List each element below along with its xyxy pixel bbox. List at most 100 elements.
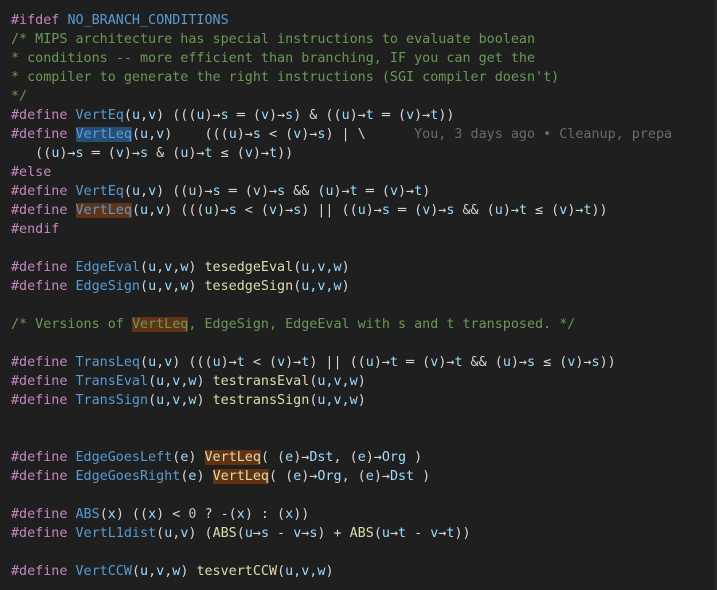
code-token: VertL1dist [75, 526, 157, 541]
code-token: ABS [75, 507, 100, 522]
code-token: t [414, 184, 423, 199]
code-token: u [140, 203, 149, 218]
code-token: t [518, 203, 527, 218]
code-line: #define EdgeEval(u,v,w) tesedgeEval(u,v,… [11, 258, 350, 277]
code-token: ) || (( [301, 203, 358, 218]
code-token: ) ((( [164, 127, 229, 142]
code-token: e [365, 469, 374, 484]
code-token: ( [236, 526, 245, 541]
code-token: v [156, 203, 165, 218]
code-token: * conditions -- more efficient than bran… [11, 51, 536, 66]
code-token: u [131, 184, 140, 199]
code-token: )→ [212, 203, 229, 218]
code-token: )→ [567, 203, 584, 218]
code-token: #define [11, 355, 76, 370]
code-token: , ( [333, 450, 358, 465]
code-token: TransSign [75, 393, 149, 408]
code-token: t [583, 203, 592, 218]
code-token: )→ [252, 146, 269, 161]
code-token: e [285, 450, 294, 465]
code-token: x [107, 507, 116, 522]
code-token: )→ [236, 127, 253, 142]
code-token: u [365, 355, 374, 370]
code-token: tesedgeEval [204, 260, 294, 275]
code-token: NO_BRANCH_CONDITIONS [67, 13, 229, 28]
code-token: #define [11, 279, 76, 294]
code-token: )→ [188, 146, 205, 161]
code-token: ( [148, 374, 157, 389]
code-token: v [269, 203, 278, 218]
code-line: ((u)→s ═ (v)→s & (u)→t ≤ (v)→t)) [11, 144, 293, 163]
code-token: ) [422, 184, 431, 199]
code-token: ( [131, 127, 140, 142]
code-line: #define EdgeSign(u,v,w) tesedgeSign(u,v,… [11, 277, 350, 296]
code-token: )→ [365, 450, 382, 465]
code-token: )→ [204, 108, 221, 123]
code-token: ( [140, 260, 149, 275]
code-token: #define [11, 108, 76, 123]
code-token: Dst [309, 450, 334, 465]
code-token: , [156, 355, 165, 370]
code-token: EdgeEval [75, 260, 141, 275]
code-token: ) [188, 450, 205, 465]
code-token: x [148, 507, 157, 522]
code-token: EdgeGoesLeft [75, 450, 173, 465]
code-token: u,v,w [285, 564, 326, 579]
code-token: t [236, 355, 245, 370]
code-token: )→ [293, 450, 310, 465]
code-token: ) [357, 374, 366, 389]
code-token: )→ [502, 203, 519, 218]
code-token: )→ [59, 146, 76, 161]
code-token: VertCCW [75, 564, 132, 579]
code-token: )) [438, 108, 455, 123]
code-token: ( [131, 564, 140, 579]
code-token: t [349, 184, 358, 199]
code-token: u [148, 260, 157, 275]
code-token: TransEval [75, 374, 149, 389]
code-token: Org [381, 450, 407, 465]
code-token: s [75, 146, 84, 161]
code-token: ═ ( [83, 146, 116, 161]
code-token: v [260, 108, 269, 123]
code-token: && ( [285, 184, 326, 199]
code-line: #define TransSign(u,v,w) testransSign(u,… [11, 391, 366, 410]
code-token: ═ ( [357, 184, 390, 199]
code-token: v [277, 355, 286, 370]
code-token: u [156, 393, 165, 408]
code-token: u [196, 108, 205, 123]
code-token: u,v,w [301, 279, 342, 294]
code-token: #else [11, 165, 52, 180]
code-token: < ( [236, 203, 269, 218]
code-token: )→ [333, 184, 350, 199]
code-token: ) | \ [325, 127, 366, 142]
code-line: #else [11, 163, 51, 182]
code-token: s [220, 108, 229, 123]
code-token: u [494, 203, 503, 218]
code-token: ABS [212, 526, 237, 541]
code-token: ( [131, 203, 140, 218]
code-token: , [140, 108, 149, 123]
code-token: ( [373, 526, 382, 541]
code-token: ) [341, 260, 350, 275]
code-token: )→ [301, 469, 318, 484]
code-editor[interactable]: #ifdef NO_BRANCH_CONDITIONS /* MIPS archi… [0, 0, 717, 590]
code-token: ═ ( [220, 184, 253, 199]
code-token: , ( [341, 469, 366, 484]
code-token: VertLeq [131, 317, 189, 332]
code-token: )→ [438, 355, 455, 370]
code-token: v [156, 564, 165, 579]
code-token: s [252, 127, 261, 142]
code-token: )) [454, 526, 471, 541]
code-token: v [115, 146, 124, 161]
code-token: , [148, 127, 157, 142]
code-token: < ( [244, 355, 278, 370]
code-token: u [148, 279, 157, 294]
code-token: ) || (( [309, 355, 366, 370]
code-token: && ( [454, 203, 495, 218]
code-token: v [244, 146, 253, 161]
code-token: s [260, 526, 269, 541]
code-token: ) [196, 374, 213, 389]
code-token: )→ [365, 203, 382, 218]
code-token: < ( [260, 127, 294, 142]
code-token: t [398, 526, 407, 541]
